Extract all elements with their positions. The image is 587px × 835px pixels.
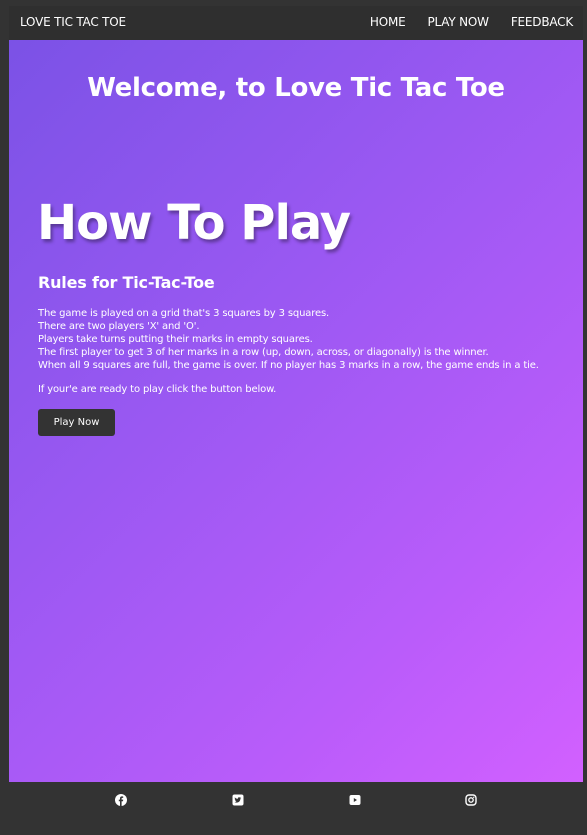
rules-list: The game is played on a grid that's 3 sq… [38,307,578,372]
facebook-icon[interactable] [115,794,127,806]
rule-line: When all 9 squares are full, the game is… [38,360,539,371]
play-now-button[interactable]: Play Now [38,409,115,436]
rule-line: There are two players 'X' and 'O'. [38,321,200,332]
youtube-icon[interactable] [349,794,361,806]
ready-text: If your'e are ready to play click the bu… [38,384,277,395]
rules-subheading: Rules for Tic-Tac-Toe [38,273,215,292]
nav-home[interactable]: HOME [370,15,406,29]
rule-line: The first player to get 3 of her marks i… [38,347,489,358]
page-frame: LOVE TIC TAC TOE HOME PLAY NOW FEEDBACK … [0,0,587,835]
rule-line: The game is played on a grid that's 3 sq… [38,308,330,319]
footer [9,782,583,830]
nav-feedback[interactable]: FEEDBACK [511,15,573,29]
navbar: LOVE TIC TAC TOE HOME PLAY NOW FEEDBACK [9,6,583,40]
how-to-play-heading: How To Play [37,195,351,251]
brand-link[interactable]: LOVE TIC TAC TOE [20,15,126,29]
twitter-icon[interactable] [232,794,244,806]
rule-line: Players take turns putting their marks i… [38,334,313,345]
nav-links: HOME PLAY NOW FEEDBACK [370,15,573,29]
instagram-icon[interactable] [465,794,477,806]
hero-section: Welcome, to Love Tic Tac Toe How To Play… [9,40,583,782]
nav-play-now[interactable]: PLAY NOW [428,15,490,29]
welcome-title: Welcome, to Love Tic Tac Toe [87,73,505,103]
